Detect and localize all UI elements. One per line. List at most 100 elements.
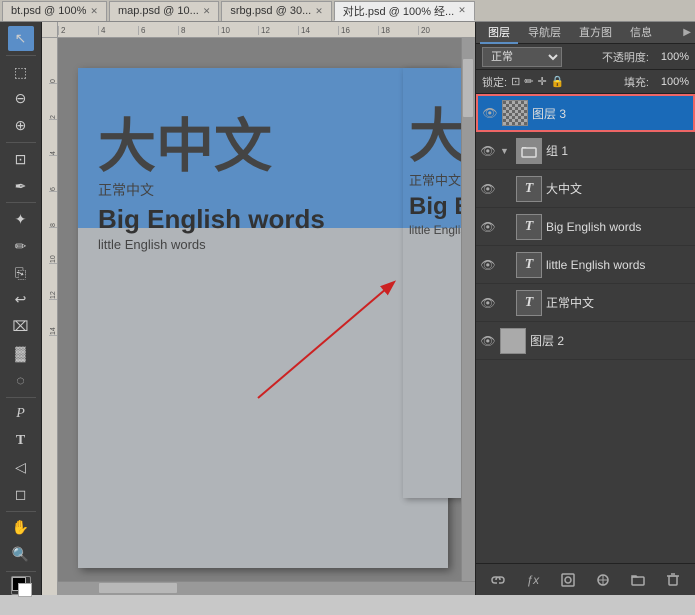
canvas-big-english: Big English words [98, 204, 428, 235]
layer-eye-icon[interactable]: 👁 [480, 333, 496, 349]
eyedropper-tool[interactable]: ✒ [8, 174, 34, 199]
lasso-tool[interactable]: ⊖ [8, 86, 34, 111]
foreground-color[interactable] [11, 576, 31, 595]
panel-menu-arrow[interactable]: ▶ [683, 27, 691, 38]
tab-layers[interactable]: 图层 [480, 22, 518, 44]
layer-item-layer3[interactable]: 👁 图层 3 [476, 94, 695, 132]
layer-group-arrow[interactable]: ▼ [500, 146, 512, 156]
text-tool[interactable]: T [8, 428, 34, 453]
canvas-content: 大中文 正常中文 Big English words little Englis… [58, 38, 475, 595]
layer-name-layer2: 图层 2 [530, 332, 691, 349]
tab-bt-psd[interactable]: bt.psd @ 100% ✕ [2, 1, 107, 21]
hand-tool[interactable]: ✋ [8, 516, 34, 541]
marquee-tool[interactable]: ⬚ [8, 60, 34, 85]
eraser-tool[interactable]: ⌧ [8, 314, 34, 339]
tab-info[interactable]: 信息 [622, 22, 660, 44]
fill-value[interactable]: 100% [653, 76, 689, 88]
delete-layer-button[interactable] [662, 569, 684, 591]
mode-row: 正常 溶解 正片叠底 不透明度: 100% [476, 44, 695, 70]
lock-move-icon[interactable]: ✛ [538, 75, 547, 88]
path-select-tool[interactable]: ◁ [8, 455, 34, 480]
layer-name-bigchinese: 大中文 [546, 180, 691, 197]
lock-transparent-icon[interactable]: ⊡ [511, 75, 520, 88]
layer-eye-icon[interactable]: 👁 [480, 181, 496, 197]
text-layer-icon: T [516, 214, 542, 240]
zoom-tool[interactable]: 🔍 [8, 542, 34, 567]
tab-bar: bt.psd @ 100% ✕ map.psd @ 10... ✕ srbg.p… [0, 0, 695, 22]
tab-close-icon[interactable]: ✕ [458, 5, 466, 16]
document-canvas[interactable]: 大中文 正常中文 Big English words little Englis… [78, 68, 448, 568]
tool-separator [6, 202, 36, 203]
lock-all-icon[interactable]: 🔒 [551, 75, 565, 88]
layer-eye-icon[interactable]: 👁 [480, 257, 496, 273]
text-layer-icon: T [516, 290, 542, 316]
tab-navigator[interactable]: 导航层 [520, 22, 569, 44]
tab-histogram[interactable]: 直方图 [571, 22, 620, 44]
dodge-tool[interactable]: ◌ [8, 368, 34, 393]
layer-item-littleenglish[interactable]: 👁 T little English words [476, 246, 695, 284]
opacity-label: 不透明度: [602, 49, 649, 65]
layer-name-normalchinese: 正常中文 [546, 294, 691, 311]
tab-srbg-psd[interactable]: srbg.psd @ 30... ✕ [221, 1, 331, 21]
layer-item-bigenglish[interactable]: 👁 T Big English words [476, 208, 695, 246]
vertical-scrollbar[interactable] [461, 38, 475, 581]
layer-item-group1[interactable]: 👁 ▼ 组 1 [476, 132, 695, 170]
shape-tool[interactable]: ◻ [8, 482, 34, 507]
crop-tool[interactable]: ⊡ [8, 147, 34, 172]
gradient-tool[interactable]: ▓ [8, 341, 34, 366]
layer-thumbnail-layer3 [502, 100, 528, 126]
quick-select-tool[interactable]: ⊕ [8, 113, 34, 138]
layer-eye-icon[interactable]: 👁 [482, 105, 498, 121]
layer-eye-icon[interactable]: 👁 [480, 295, 496, 311]
layer-eye-icon[interactable]: 👁 [480, 143, 496, 159]
tab-close-icon[interactable]: ✕ [203, 6, 211, 17]
tab-compare-psd[interactable]: 对比.psd @ 100% 经... ✕ [334, 1, 475, 21]
canvas-big-chinese: 大中文 [98, 118, 428, 176]
pen-tool[interactable]: P [8, 402, 34, 427]
layer-name-littleenglish: little English words [546, 258, 691, 272]
layer-name-group1: 组 1 [546, 142, 691, 159]
layer-item-layer2[interactable]: 👁 图层 2 [476, 322, 695, 360]
opacity-value[interactable]: 100% [653, 51, 689, 63]
main-layout: ↖ ⬚ ⊖ ⊕ ⊡ ✒ ✦ ✏ ⎘ ↩ ⌧ ▓ ◌ P T ◁ ◻ ✋ 🔍 [0, 22, 695, 595]
layer-item-bigchinese[interactable]: 👁 T 大中文 [476, 170, 695, 208]
layers-panel-container: 图层 导航层 直方图 信息 ▶ 正常 溶解 正片叠底 不透明度: 100% 锁定… [475, 22, 695, 595]
layer-thumbnail-group1 [516, 138, 542, 164]
layer-eye-icon[interactable]: 👁 [480, 219, 496, 235]
panel-tabs-row: 图层 导航层 直方图 信息 ▶ [476, 22, 695, 44]
tool-separator [6, 511, 36, 512]
tool-separator [6, 142, 36, 143]
text-layer-icon: T [516, 176, 542, 202]
layer-name-layer3: 图层 3 [532, 105, 689, 122]
link-layers-button[interactable] [487, 569, 509, 591]
tool-separator [6, 571, 36, 572]
panel-bottom-buttons: ƒx [476, 563, 695, 595]
new-group-button[interactable] [627, 569, 649, 591]
layer-list: 👁 图层 3 👁 ▼ 组 1 👁 T 大中文 [476, 94, 695, 563]
adjustment-layer-button[interactable] [592, 569, 614, 591]
add-mask-button[interactable] [557, 569, 579, 591]
horizontal-scrollbar[interactable] [58, 581, 475, 595]
lock-brush-icon[interactable]: ✏ [524, 75, 533, 88]
clone-stamp-tool[interactable]: ⎘ [8, 261, 34, 286]
fx-button[interactable]: ƒx [522, 569, 544, 591]
canvas-small-english: little English words [98, 237, 428, 252]
blend-mode-select[interactable]: 正常 溶解 正片叠底 [482, 47, 562, 67]
tool-separator [6, 55, 36, 56]
lock-label: 锁定: [482, 74, 507, 90]
tab-close-icon[interactable]: ✕ [90, 6, 98, 17]
move-tool[interactable]: ↖ [8, 26, 34, 51]
ruler-left: 0 2 4 6 8 10 12 14 [42, 38, 58, 595]
layer-item-normalchinese[interactable]: 👁 T 正常中文 [476, 284, 695, 322]
tab-close-icon[interactable]: ✕ [315, 6, 323, 17]
canvas-area: 2 4 6 8 10 12 14 16 18 20 0 2 4 6 8 10 1… [42, 22, 475, 595]
layer-name-bigenglish: Big English words [546, 220, 691, 234]
canvas-text-content: 大中文 正常中文 Big English words little Englis… [78, 98, 448, 272]
layer-thumbnail-layer2 [500, 328, 526, 354]
healing-brush-tool[interactable]: ✦ [8, 207, 34, 232]
tab-map-psd[interactable]: map.psd @ 10... ✕ [109, 1, 219, 21]
toolbar: ↖ ⬚ ⊖ ⊕ ⊡ ✒ ✦ ✏ ⎘ ↩ ⌧ ▓ ◌ P T ◁ ◻ ✋ 🔍 [0, 22, 42, 595]
brush-tool[interactable]: ✏ [8, 234, 34, 259]
fill-label: 填充: [624, 74, 649, 90]
history-brush-tool[interactable]: ↩ [8, 288, 34, 313]
